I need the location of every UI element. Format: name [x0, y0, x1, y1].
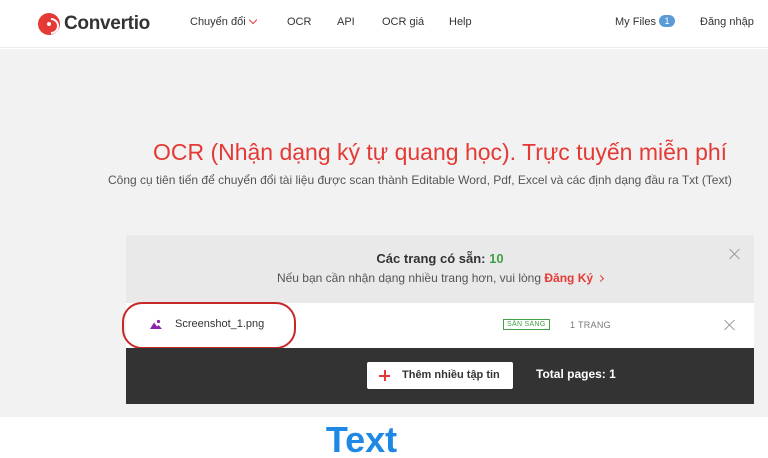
signup-prompt: Nếu bạn cần nhận dạng nhiều trang hơn, v…	[126, 271, 754, 285]
logo-text: Convertio	[64, 13, 150, 34]
pages-available-count: 10	[489, 251, 504, 266]
my-files-count-badge: 1	[658, 15, 675, 27]
nav-ocr-pricing[interactable]: OCR giá	[382, 16, 424, 28]
nav-help[interactable]: Help	[449, 16, 472, 28]
action-bar: Thêm nhiều tập tin Total pages: 1	[126, 348, 754, 404]
chevron-down-icon	[248, 15, 257, 25]
add-more-files-label: Thêm nhiều tập tin	[402, 369, 500, 381]
chevron-right-icon	[597, 274, 605, 283]
total-pages: Total pages: 1	[536, 367, 616, 381]
pages-available: Các trang có sẵn: 10	[126, 251, 754, 266]
convertio-logo-icon	[38, 13, 60, 35]
pages-available-panel: Các trang có sẵn: 10 Nếu bạn cần nhận dạ…	[126, 235, 754, 303]
nav-convert-label: Chuyển đổi	[190, 16, 246, 28]
remove-file-icon[interactable]	[724, 319, 736, 331]
top-header: Convertio Chuyển đổi OCR API OCR giá Hel…	[0, 0, 768, 48]
signup-link[interactable]: Đăng Ký	[544, 271, 593, 285]
status-badge: SẴN SÀNG	[503, 319, 550, 330]
convertio-logo[interactable]: Convertio	[38, 12, 150, 36]
page-subtitle: Công cụ tiên tiến để chuyển đổi tài liệu…	[108, 173, 732, 187]
login-link[interactable]: Đăng nhập	[700, 16, 754, 28]
pages-available-label: Các trang có sẵn:	[376, 251, 486, 266]
signup-prompt-text: Nếu bạn cần nhận dạng nhiều trang hơn, v…	[276, 271, 542, 285]
add-more-files-button[interactable]: Thêm nhiều tập tin	[367, 362, 513, 389]
file-page-count: 1 TRANG	[570, 320, 611, 330]
file-name: Screenshot_1.png	[175, 318, 265, 330]
caption-text: Text	[325, 419, 398, 458]
page-title: OCR (Nhận dạng ký tự quang học). Trực tu…	[152, 139, 728, 165]
my-files-link[interactable]: My Files 1	[615, 15, 675, 28]
close-panel-icon[interactable]	[729, 248, 741, 260]
nav-api[interactable]: API	[337, 16, 355, 28]
plus-icon	[379, 370, 390, 381]
nav-ocr[interactable]: OCR	[287, 16, 311, 28]
image-file-icon	[150, 319, 162, 329]
my-files-label: My Files	[615, 16, 656, 28]
file-row: Screenshot_1.png SẴN SÀNG 1 TRANG	[126, 303, 754, 348]
nav-convert[interactable]: Chuyển đổi	[190, 15, 257, 28]
